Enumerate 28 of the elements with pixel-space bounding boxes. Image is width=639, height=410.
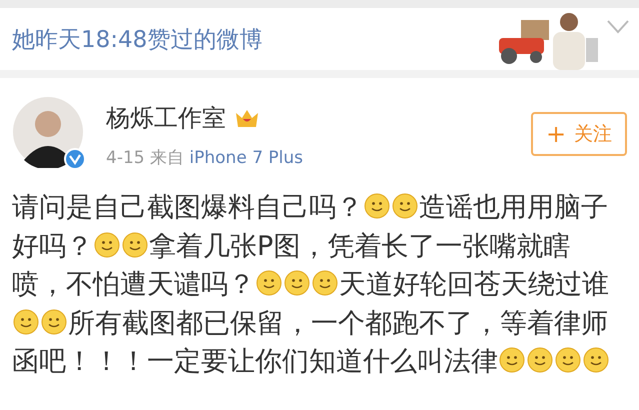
post-text: 好吗？: [12, 230, 93, 262]
post-date: 4-15: [106, 148, 145, 168]
post-text: 所有截图都已保留，一个都跑不了，等着律师: [68, 308, 608, 338]
smiley-icon: [122, 232, 148, 258]
post-text: 函吧！！！一定要让你们知道什么叫法律: [12, 346, 498, 377]
smiley-icon: [41, 308, 67, 334]
smiley-icon: [13, 308, 39, 334]
smiley-icon: [527, 347, 553, 373]
source-label: 来自: [150, 148, 184, 168]
smiley-icon: [499, 347, 525, 373]
liked-banner-text: 她昨天18:48赞过的微博: [12, 26, 264, 54]
smiley-icon: [256, 270, 282, 296]
follow-button[interactable]: + 关注: [531, 112, 627, 156]
post-text: 拿着几张P图，凭着长了一张嘴就瞎: [149, 230, 570, 262]
source-link[interactable]: iPhone 7 Plus: [189, 148, 304, 168]
post-text: 造谣也用用脑子: [419, 192, 608, 223]
smiley-icon: [284, 270, 310, 296]
smiley-icon: [364, 193, 390, 219]
smiley-icon: [583, 347, 609, 373]
post-text: 喷，不怕遭天谴吗？: [12, 269, 255, 300]
avatar[interactable]: [12, 96, 84, 168]
smiley-icon: [555, 347, 581, 373]
post-text: 天道好轮回苍天绕过谁: [339, 269, 609, 300]
author-name[interactable]: 杨烁工作室: [106, 102, 226, 134]
post-text: 请问是自己截图爆料自己吗？: [12, 192, 363, 223]
smiley-icon: [392, 193, 418, 219]
smiley-icon: [94, 232, 120, 258]
smiley-icon: [312, 270, 338, 296]
